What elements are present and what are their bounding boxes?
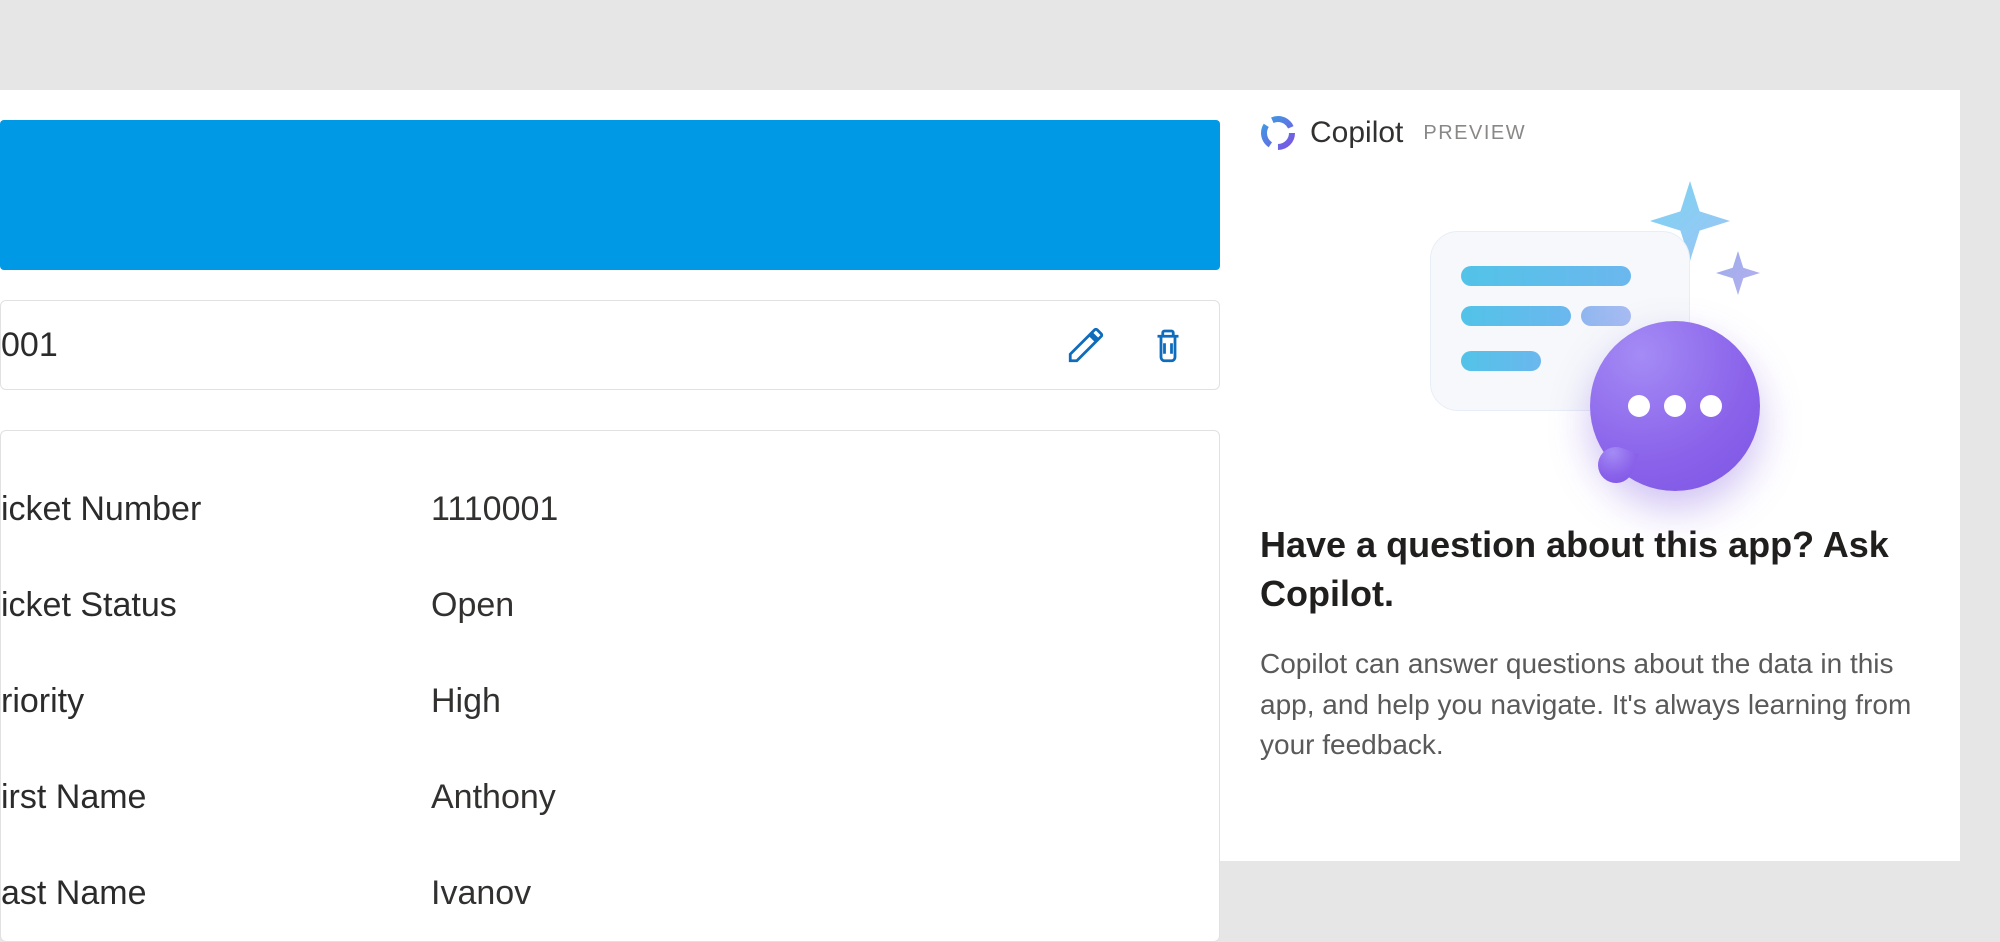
app-canvas: 001 icket Number 1110001: [0, 90, 1940, 861]
copilot-header: Copilot PREVIEW: [1260, 115, 1920, 151]
main-content: 001 icket Number 1110001: [0, 90, 1220, 861]
copilot-title: Copilot: [1310, 116, 1403, 150]
header-banner: [0, 120, 1220, 270]
field-value: Anthony: [431, 778, 556, 817]
field-value: Ivanov: [431, 874, 531, 913]
field-value: High: [431, 682, 501, 721]
field-label: icket Status: [1, 586, 431, 625]
copilot-description: Copilot can answer questions about the d…: [1260, 644, 1920, 766]
sparkle-icon: [1716, 251, 1760, 295]
record-actions: [1065, 324, 1189, 366]
field-label: riority: [1, 682, 431, 721]
field-value: 1110001: [431, 490, 558, 529]
field-label: irst Name: [1, 778, 431, 817]
field-value: Open: [431, 586, 514, 625]
chat-bubble-icon: [1590, 321, 1760, 491]
copilot-preview-badge: PREVIEW: [1423, 122, 1526, 145]
copilot-panel: Copilot PREVIEW Have a question about th…: [1260, 90, 1960, 861]
field-row-first-name: irst Name Anthony: [1, 749, 1219, 845]
record-header-bar: 001: [0, 300, 1220, 390]
field-label: icket Number: [1, 490, 431, 529]
field-row-ticket-status: icket Status Open: [1, 557, 1219, 653]
field-label: ast Name: [1, 874, 431, 913]
field-row-ticket-number: icket Number 1110001: [1, 461, 1219, 557]
edit-icon[interactable]: [1065, 324, 1107, 366]
copilot-heading: Have a question about this app? Ask Copi…: [1260, 521, 1920, 618]
delete-icon[interactable]: [1147, 324, 1189, 366]
field-row-last-name: ast Name Ivanov: [1, 845, 1219, 941]
copilot-logo-icon: [1260, 115, 1296, 151]
field-row-priority: riority High: [1, 653, 1219, 749]
record-title: 001: [1, 326, 58, 365]
copilot-illustration: [1410, 171, 1770, 491]
record-details-card: icket Number 1110001 icket Status Open r…: [0, 430, 1220, 942]
